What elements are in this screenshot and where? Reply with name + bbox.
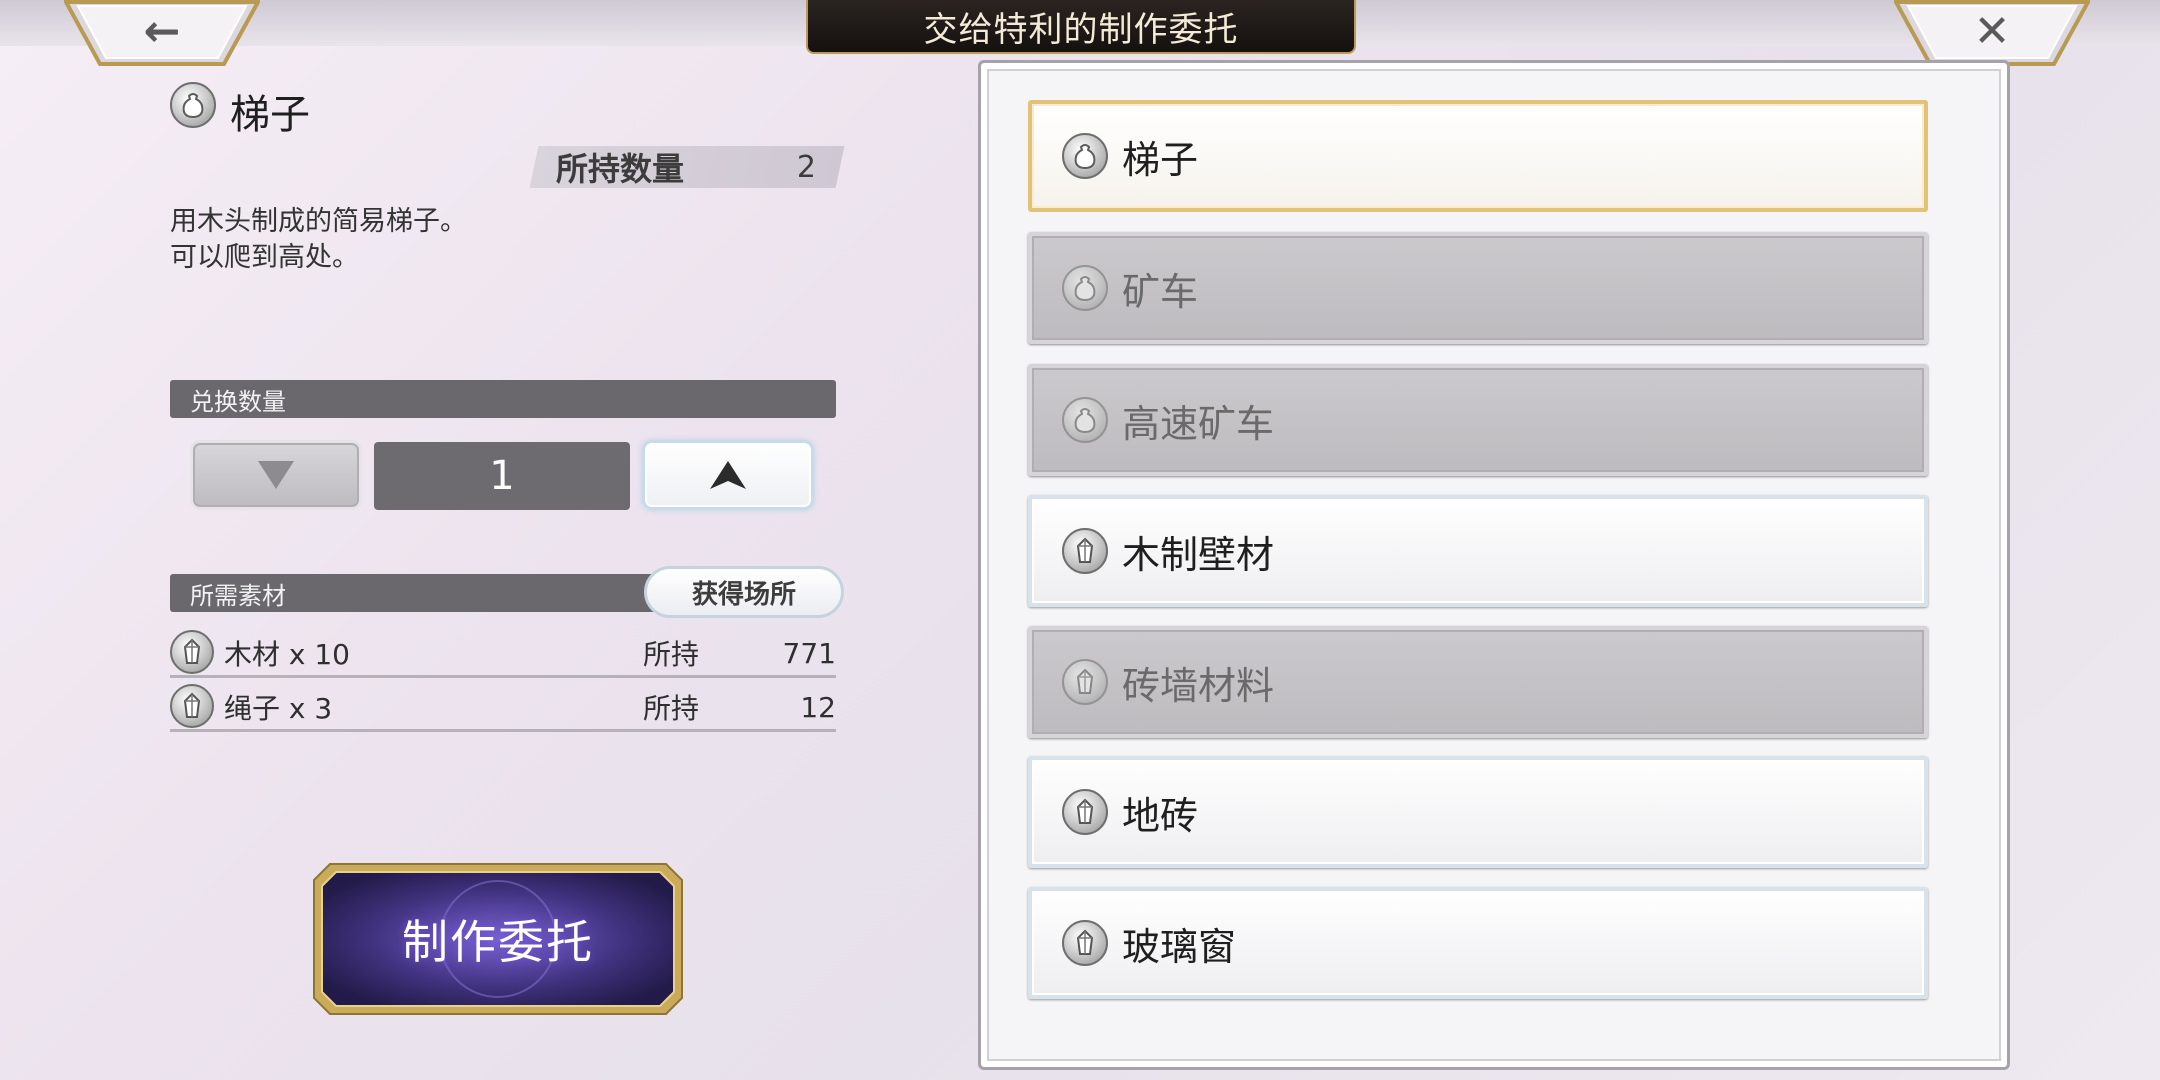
window-title: 交给特利的制作委托 [806,0,1356,54]
detail-item-icon [170,82,216,128]
bag-icon [1062,397,1108,443]
item-name: 梯子 [230,92,310,138]
material-row: 木材 x 10 所持 771 [170,628,836,678]
material-owned-label: 所持 [643,692,700,725]
recipe-item-label: 砖墙材料 [1122,663,1275,708]
recipe-item-label: 地砖 [1122,793,1199,838]
recipe-item-label: 木制壁材 [1122,532,1275,577]
material-name: 木材 x 10 [224,638,351,671]
recipe-item-brick-wall[interactable]: 砖墙材料 [1028,626,1928,738]
item-description: 用木头制成的简易梯子。 可以爬到高处。 [170,204,467,276]
bag-icon [170,82,216,128]
triangle-up-icon [710,461,746,489]
crystal-icon [1062,789,1108,835]
owned-label: 所持数量 [556,150,685,188]
recipe-item-label: 矿车 [1122,269,1199,314]
recipe-item-label: 玻璃窗 [1122,924,1237,969]
crystal-icon [1062,659,1108,705]
bag-icon [1062,133,1108,179]
crystal-icon [170,684,214,728]
recipe-item-label: 梯子 [1122,137,1199,182]
bag-icon [1062,265,1108,311]
crystal-icon [1062,920,1108,966]
crystal-icon [1062,528,1108,574]
recipe-item-fast-minecart[interactable]: 高速矿车 [1028,364,1928,476]
acquisition-location-button[interactable]: 获得场所 [644,566,844,618]
increase-button[interactable] [642,440,814,510]
recipe-item-floor-tile[interactable]: 地砖 [1028,756,1928,868]
recipe-item-minecart[interactable]: 矿车 [1028,232,1928,344]
material-row: 绳子 x 3 所持 12 [170,682,836,732]
description-line: 可以爬到高处。 [170,242,359,273]
material-owned-count: 12 [800,690,836,724]
material-name: 绳子 x 3 [224,692,333,725]
decrease-button[interactable] [190,440,362,510]
material-owned-label: 所持 [643,638,700,671]
arrow-left-icon: ← [143,5,181,57]
craft-request-label: 制作委托 [402,915,594,969]
description-line: 用木头制成的简易梯子。 [170,206,467,237]
recipe-item-glass-window[interactable]: 玻璃窗 [1028,887,1928,999]
close-button[interactable]: ✕ [1894,0,2090,66]
recipe-item-wood-wall[interactable]: 木制壁材 [1028,495,1928,607]
crystal-icon [170,630,214,674]
quantity-display: 1 [374,442,630,510]
exchange-section-header: 兑换数量 [170,380,836,418]
triangle-down-icon [258,461,294,489]
owned-value: 2 [796,149,816,185]
material-owned-count: 771 [782,636,836,670]
back-button[interactable]: ← [64,0,260,66]
recipe-item-label: 高速矿车 [1122,401,1275,446]
recipe-item-ladder[interactable]: 梯子 [1028,100,1928,212]
close-icon: ✕ [1973,5,2011,57]
